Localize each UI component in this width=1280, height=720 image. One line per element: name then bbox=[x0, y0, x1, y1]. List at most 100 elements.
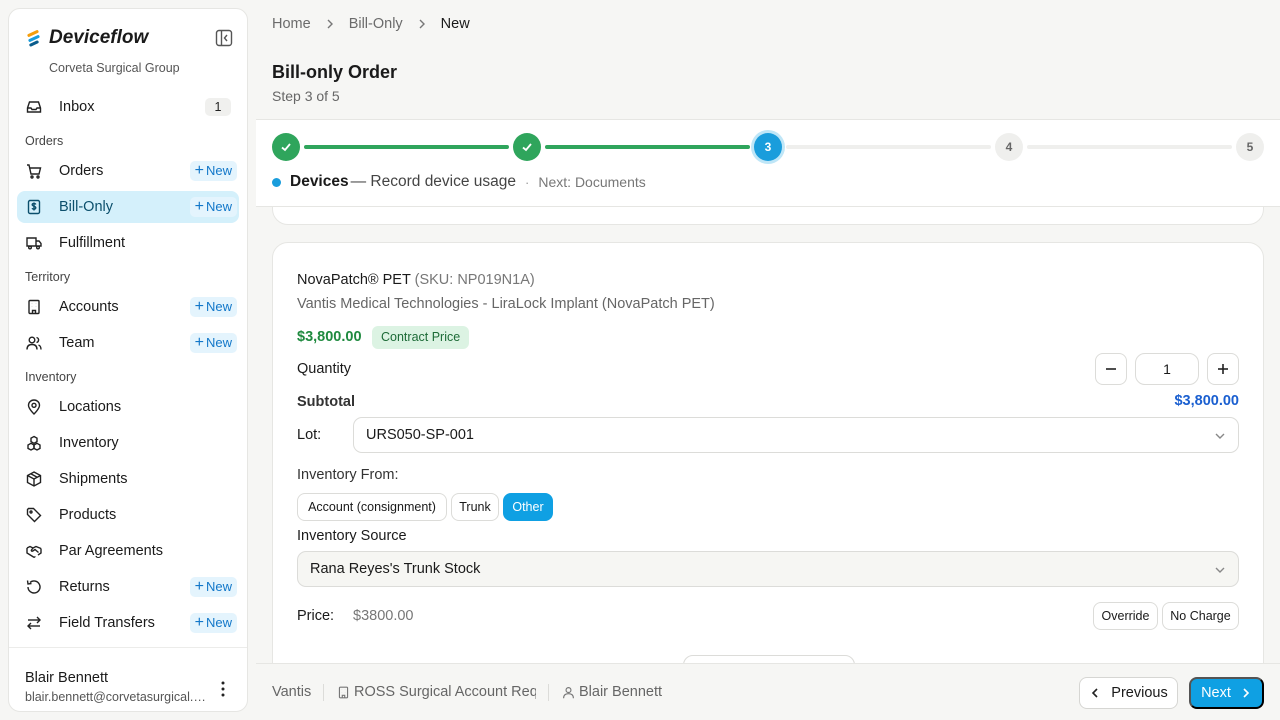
sidebar-item-field-transfers[interactable]: Field Transfers + New bbox=[17, 607, 239, 639]
sidebar: Deviceflow Corveta Surgical Group Inbox … bbox=[8, 8, 248, 712]
price-value: $3800.00 bbox=[353, 608, 414, 624]
building-icon bbox=[338, 686, 349, 699]
sidebar-item-par-agreements[interactable]: Par Agreements bbox=[17, 535, 239, 567]
sidebar-item-accounts[interactable]: Accounts + New bbox=[17, 291, 239, 323]
lot-value: URS050-SP-001 bbox=[366, 427, 474, 443]
sidebar-item-products[interactable]: Products bbox=[17, 499, 239, 531]
sidebar-item-fulfillment[interactable]: Fulfillment bbox=[17, 227, 239, 259]
more-vertical-icon[interactable] bbox=[215, 680, 231, 698]
tag-icon bbox=[25, 506, 43, 524]
current-step-dot bbox=[272, 177, 281, 187]
inventory-from-account-button[interactable]: Account (consignment) bbox=[297, 493, 447, 521]
truck-icon bbox=[25, 234, 43, 252]
new-label: New bbox=[205, 299, 232, 314]
inventory-source-value: Rana Reyes's Trunk Stock bbox=[310, 561, 481, 577]
inventory-from-other-button[interactable]: Other bbox=[503, 493, 553, 521]
chevron-right-icon bbox=[327, 19, 333, 29]
breadcrumb-bill-only[interactable]: Bill-Only bbox=[349, 16, 403, 32]
plus-icon: + bbox=[194, 334, 204, 351]
sidebar-item-label: Products bbox=[59, 507, 117, 523]
previous-device-card bbox=[272, 207, 1264, 225]
inventory-source-select[interactable]: Rana Reyes's Trunk Stock bbox=[297, 551, 1239, 587]
sidebar-item-label: Locations bbox=[59, 399, 122, 415]
subtotal-label: Subtotal bbox=[297, 394, 355, 410]
sidebar-item-returns[interactable]: Returns + New bbox=[17, 571, 239, 603]
section-label-territory: Territory bbox=[25, 270, 71, 284]
brand: Deviceflow Corveta Surgical Group bbox=[25, 27, 235, 75]
section-label-orders: Orders bbox=[25, 134, 64, 148]
quantity-label: Quantity bbox=[297, 361, 351, 377]
sidebar-item-label: Shipments bbox=[59, 471, 128, 487]
no-charge-button[interactable]: No Charge bbox=[1162, 602, 1239, 630]
check-icon bbox=[522, 143, 532, 152]
step-2-complete bbox=[513, 133, 541, 161]
plus-icon: + bbox=[194, 298, 204, 315]
step-connector-3 bbox=[786, 145, 991, 149]
product-title: NovaPatch® PET (SKU: NP019N1A) bbox=[297, 272, 535, 288]
section-label-inventory: Inventory bbox=[25, 370, 77, 384]
bill-icon bbox=[25, 198, 43, 216]
map-pin-icon bbox=[25, 398, 43, 416]
chevron-right-icon bbox=[419, 19, 425, 29]
sidebar-item-label: Field Transfers bbox=[59, 615, 155, 631]
next-label: Next bbox=[1201, 685, 1231, 701]
sidebar-item-label: Team bbox=[59, 335, 95, 351]
user-email: blair.bennett@corvetasurgical.com bbox=[25, 690, 211, 704]
new-field-transfer-button[interactable]: + New bbox=[189, 613, 237, 633]
breadcrumb-home[interactable]: Home bbox=[272, 16, 311, 32]
quantity-decrease-button[interactable] bbox=[1095, 353, 1127, 385]
sidebar-item-label: Accounts bbox=[59, 299, 119, 315]
sidebar-nav: Inbox 1 Orders Orders + New Bill-Only + Ne… bbox=[17, 91, 239, 643]
new-label: New bbox=[205, 163, 232, 178]
footer-manufacturer: Vantis bbox=[272, 684, 312, 700]
previous-button[interactable]: Previous bbox=[1079, 677, 1178, 709]
plus-icon: + bbox=[194, 578, 204, 595]
new-return-button[interactable]: + New bbox=[189, 577, 237, 597]
inventory-from-trunk-button[interactable]: Trunk bbox=[451, 493, 499, 521]
step-connector-4 bbox=[1027, 145, 1232, 149]
brand-name: Deviceflow bbox=[49, 27, 149, 48]
chevron-down-icon bbox=[1215, 567, 1225, 573]
chevron-left-icon bbox=[1092, 688, 1098, 698]
lot-select[interactable]: URS050-SP-001 bbox=[353, 417, 1239, 453]
handshake-icon bbox=[25, 542, 43, 560]
users-icon bbox=[25, 334, 43, 352]
breadcrumb: Home Bill-Only New bbox=[272, 14, 470, 34]
user-profile[interactable]: Blair Bennett blair.bennett@corvetasurgi… bbox=[9, 647, 247, 711]
sidebar-item-label: Fulfillment bbox=[59, 235, 126, 251]
product-price: $3,800.00 bbox=[297, 329, 362, 345]
quantity-increase-button[interactable] bbox=[1207, 353, 1239, 385]
partially-visible-control[interactable] bbox=[683, 655, 855, 663]
quantity-input[interactable] bbox=[1135, 353, 1199, 385]
new-label: New bbox=[205, 335, 232, 350]
sidebar-item-label: Orders bbox=[59, 163, 104, 179]
rotate-ccw-icon bbox=[25, 578, 43, 596]
boxes-icon bbox=[25, 434, 43, 452]
sidebar-item-locations[interactable]: Locations bbox=[17, 391, 239, 423]
user-name: Blair Bennett bbox=[25, 670, 109, 686]
current-step-description: — Record device usage bbox=[350, 173, 517, 190]
sidebar-item-orders[interactable]: Orders + New bbox=[17, 155, 239, 187]
footer-bar: Vantis ROSS Surgical Account Request Bla… bbox=[256, 663, 1280, 720]
minus-icon bbox=[1106, 368, 1116, 370]
sidebar-item-inventory[interactable]: Inventory bbox=[17, 427, 239, 459]
sidebar-item-shipments[interactable]: Shipments bbox=[17, 463, 239, 495]
new-account-button[interactable]: + New bbox=[189, 297, 237, 317]
sidebar-item-bill-only[interactable]: Bill-Only + New bbox=[17, 191, 239, 223]
product-name: NovaPatch® PET bbox=[297, 272, 411, 288]
device-card: NovaPatch® PET (SKU: NP019N1A) Vantis Me… bbox=[272, 242, 1264, 663]
collapse-sidebar-icon[interactable] bbox=[215, 29, 233, 47]
deviceflow-logo-icon bbox=[27, 30, 40, 47]
new-order-button[interactable]: + New bbox=[189, 161, 237, 181]
override-button[interactable]: Override bbox=[1093, 602, 1158, 630]
sidebar-item-team[interactable]: Team + New bbox=[17, 327, 239, 359]
plus-icon: + bbox=[194, 614, 204, 631]
new-team-member-button[interactable]: + New bbox=[189, 333, 237, 353]
step-caption: Devices — Record device usage · Next: Do… bbox=[272, 172, 646, 192]
sidebar-item-inbox[interactable]: Inbox 1 bbox=[17, 91, 239, 123]
next-button[interactable]: Next bbox=[1189, 677, 1264, 709]
contract-price-badge: Contract Price bbox=[372, 326, 470, 349]
step-3-current: 3 bbox=[754, 133, 782, 161]
page-step-indicator: Step 3 of 5 bbox=[272, 88, 340, 104]
new-bill-only-button[interactable]: + New bbox=[189, 197, 237, 217]
